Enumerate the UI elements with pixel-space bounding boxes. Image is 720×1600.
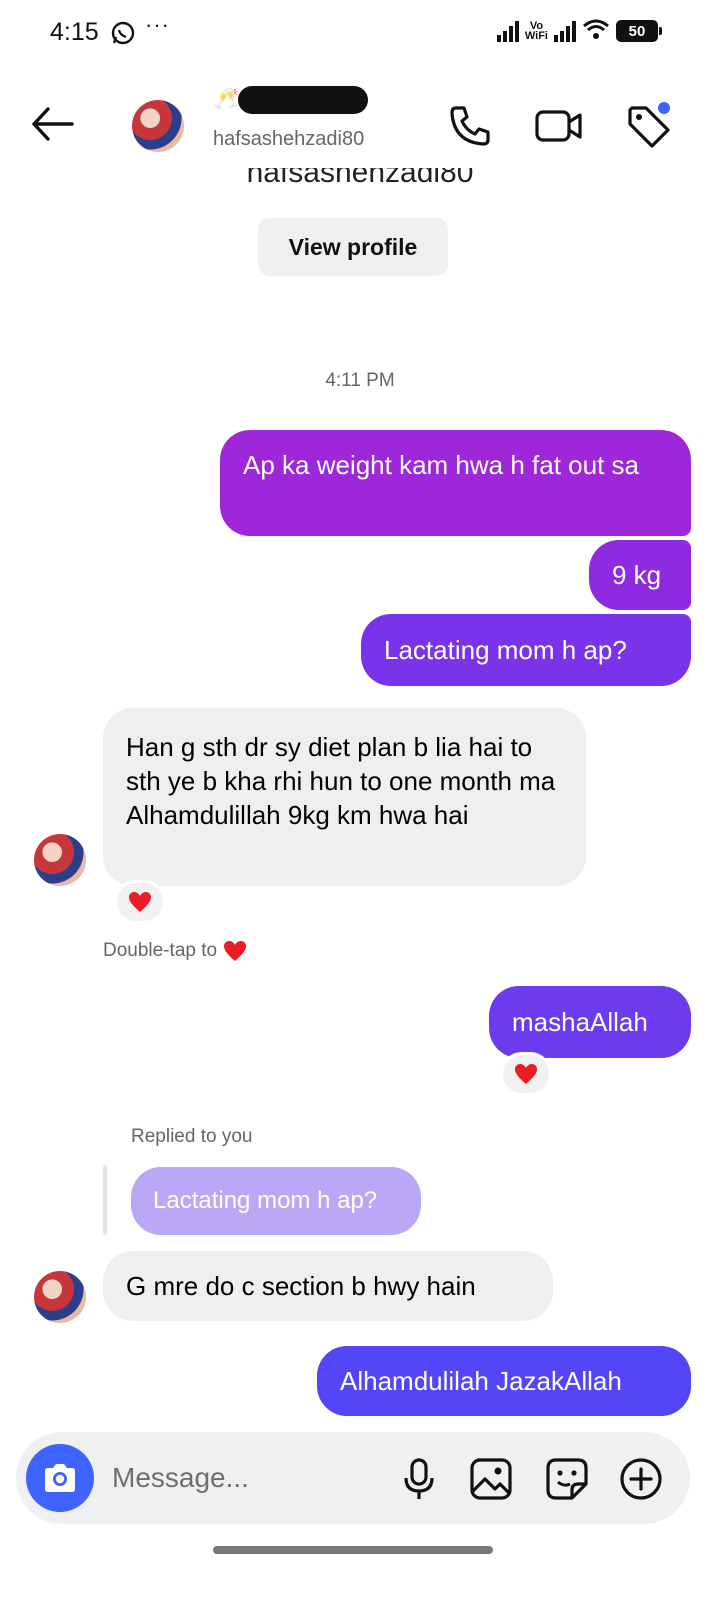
- video-camera-icon[interactable]: [534, 102, 582, 150]
- vowifi-icon: Vo WiFi: [524, 20, 548, 42]
- heart-reaction[interactable]: [114, 880, 166, 924]
- replied-to-you-label: Replied to you: [131, 1126, 253, 1147]
- back-arrow-icon[interactable]: [30, 104, 74, 144]
- double-tap-hint: Double-tap to: [103, 940, 247, 962]
- status-time: 4:15: [50, 18, 99, 46]
- tag-icon[interactable]: [624, 102, 672, 150]
- plus-icon[interactable]: [618, 1456, 664, 1502]
- battery-icon: 50: [616, 20, 662, 42]
- outgoing-message[interactable]: Ap ka weight kam hwa h fat out sa: [220, 430, 691, 536]
- message-input[interactable]: [112, 1454, 392, 1502]
- gallery-icon[interactable]: [468, 1456, 514, 1502]
- quoted-message[interactable]: Lactating mom h ap?: [131, 1167, 421, 1235]
- view-profile-button[interactable]: View profile: [258, 218, 448, 276]
- heart-reaction[interactable]: [500, 1052, 552, 1096]
- profile-username: hafsashehzadi80: [246, 168, 474, 188]
- whatsapp-icon: [110, 20, 136, 51]
- camera-icon: [45, 1464, 75, 1492]
- outgoing-message[interactable]: Alhamdulilah JazakAllah: [317, 1346, 691, 1416]
- home-indicator[interactable]: [213, 1546, 493, 1554]
- chat-header: 🥂 hafsashehzadi80: [0, 72, 720, 182]
- reply-indicator-bar: [103, 1165, 107, 1235]
- phone-icon[interactable]: [446, 102, 494, 150]
- outgoing-message[interactable]: 9 kg: [589, 540, 691, 610]
- sender-avatar[interactable]: [34, 834, 86, 886]
- redacted-display-name: [238, 86, 368, 114]
- sticker-icon[interactable]: [544, 1456, 590, 1502]
- status-bar: 4:15 ··· Vo WiFi 50: [0, 0, 720, 64]
- sender-avatar[interactable]: [34, 1271, 86, 1323]
- signal-icon: [496, 20, 519, 42]
- outgoing-message[interactable]: mashaAllah: [489, 986, 691, 1058]
- more-notifications: ···: [145, 12, 170, 37]
- name-emoji: 🥂: [214, 88, 239, 110]
- microphone-icon[interactable]: [396, 1456, 442, 1502]
- signal-icon-2: [554, 20, 576, 42]
- header-username[interactable]: hafsashehzadi80: [213, 128, 364, 151]
- camera-button[interactable]: [26, 1444, 94, 1512]
- notification-dot: [658, 102, 670, 114]
- avatar[interactable]: [132, 100, 184, 152]
- incoming-message[interactable]: G mre do c section b hwy hain: [103, 1251, 553, 1321]
- wifi-icon: [582, 18, 610, 45]
- outgoing-message[interactable]: Lactating mom h ap?: [361, 614, 691, 686]
- heart-icon: [224, 941, 247, 961]
- message-timestamp: 4:11 PM: [325, 370, 395, 391]
- message-composer: [16, 1432, 690, 1524]
- message-thread[interactable]: hafsashehzadi80 View profile 4:11 PM Ap …: [0, 168, 720, 1428]
- incoming-message[interactable]: Han g sth dr sy diet plan b lia hai to s…: [103, 708, 586, 886]
- status-icons: Vo WiFi 50: [496, 16, 662, 46]
